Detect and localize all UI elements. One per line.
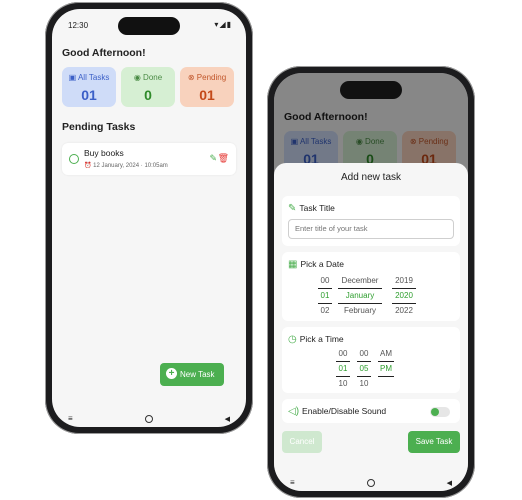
time-panel: ◷ Pick a Time 00 01 10 00 05 10 AM PM — [282, 327, 460, 393]
card-label: All Tasks — [77, 73, 110, 82]
back-icon[interactable]: ◀ — [225, 415, 230, 423]
wheel-item-selected: January — [338, 288, 382, 304]
wheel-item: 2022 — [395, 306, 413, 315]
month-wheel[interactable]: December January February — [338, 274, 382, 318]
minute-wheel[interactable]: 00 05 10 — [357, 347, 371, 391]
task-date: 12 January, 2024 — [93, 163, 140, 169]
home-icon[interactable] — [367, 479, 375, 487]
date-panel: ▦ Pick a Date 00 01 02 December January F… — [282, 252, 460, 321]
sound-label-row: ◁) Enable/Disable Sound — [288, 406, 386, 417]
task-title-label: Task Title — [299, 203, 335, 213]
add-task-sheet: Add new task ✎Task Title ▦Pick a Date 00… — [274, 163, 468, 491]
time-label: Pick a Time — [299, 334, 344, 344]
cancel-button[interactable]: Cancel — [282, 431, 322, 453]
task-title-panel: ✎ Task Title — [282, 196, 460, 246]
clock-icon: ◷ — [288, 334, 297, 345]
date-label: Pick a Date — [300, 259, 344, 269]
screen-right: Good Afternoon! ▣ All Tasks 01 ◉ Done 0 … — [274, 73, 468, 491]
time-label-row: ◷ Pick a Time — [288, 334, 344, 345]
wheel-item: 2019 — [395, 276, 413, 285]
card-label: Pending — [196, 73, 227, 82]
card-all-tasks[interactable]: ▣ All Tasks 01 — [62, 67, 116, 107]
task-title-input[interactable] — [288, 219, 454, 239]
edit-icon[interactable]: ✎ — [209, 153, 217, 164]
menu-icon[interactable]: ≡ — [290, 478, 295, 487]
screen-left: 12:30 ▾◢▮ Good Afternoon! ▣ All Tasks 01… — [52, 9, 246, 427]
toggle-knob — [431, 408, 439, 416]
task-title-label-row: ✎ Task Title — [288, 203, 335, 214]
sheet-title: Add new task — [340, 172, 402, 183]
wheel-item-selected: PM — [378, 361, 394, 377]
wheel-item-selected: 2020 — [392, 288, 416, 304]
list-icon: ▣ — [68, 73, 77, 82]
wheel-item: 02 — [320, 306, 330, 315]
new-task-label: New Task — [180, 370, 215, 379]
phone-right: Good Afternoon! ▣ All Tasks 01 ◉ Done 0 … — [267, 66, 475, 498]
card-count: 01 — [81, 87, 97, 103]
year-wheel[interactable]: 2019 2020 2022 — [392, 274, 416, 318]
new-task-button[interactable]: + New Task — [160, 363, 224, 386]
plus-icon: + — [166, 368, 177, 379]
wheel-item: December — [341, 276, 379, 285]
card-label: Done — [143, 73, 163, 82]
wheel-item-selected: 01 — [318, 288, 332, 304]
card-done[interactable]: ◉ Done 0 — [121, 67, 175, 107]
task-item[interactable]: Buy books ⏰ 12 January, 2024 · 10:05am ✎… — [62, 143, 236, 175]
wheel-item: February — [343, 306, 376, 315]
wheel-item-selected: 01 — [336, 361, 350, 377]
dynamic-island — [340, 81, 402, 99]
phone-left: 12:30 ▾◢▮ Good Afternoon! ▣ All Tasks 01… — [45, 2, 253, 434]
home-icon[interactable] — [145, 415, 153, 423]
wheel-item: 00 — [359, 349, 369, 358]
nav-bar: ≡ ◀ — [52, 411, 246, 427]
sound-toggle[interactable] — [430, 407, 450, 417]
delete-icon[interactable]: 🗑 — [218, 153, 229, 164]
task-meta: ⏰ 12 January, 2024 · 10:05am — [84, 162, 168, 169]
check-circle-icon: ◉ — [133, 73, 141, 82]
nav-bar: ≡ ◀ — [274, 475, 468, 491]
speaker-icon: ◁) — [288, 406, 300, 417]
wheel-item: 00 — [338, 349, 348, 358]
card-pending[interactable]: ⊗ Pending 01 — [180, 67, 234, 107]
sound-label: Enable/Disable Sound — [302, 406, 387, 416]
clock-icon: ⊗ — [187, 73, 195, 82]
greeting: Good Afternoon! — [62, 47, 146, 59]
edit-note-icon: ✎ — [288, 203, 297, 214]
wheel-item: 00 — [320, 276, 330, 285]
card-count: 01 — [199, 87, 215, 103]
hour-wheel[interactable]: 00 01 10 — [336, 347, 350, 391]
checkbox-circle[interactable] — [69, 154, 79, 164]
wheel-item: AM — [380, 349, 392, 358]
task-time: 10:05am — [144, 163, 168, 169]
date-label-row: ▦ Pick a Date — [288, 259, 344, 270]
alarm-icon: ⏰ — [84, 163, 92, 169]
sound-panel: ◁) Enable/Disable Sound — [282, 399, 460, 423]
wheel-item: 10 — [338, 379, 348, 388]
task-title: Buy books — [84, 148, 124, 158]
save-task-button[interactable]: Save Task — [408, 431, 460, 453]
back-icon[interactable]: ◀ — [447, 479, 452, 487]
wheel-item — [378, 377, 394, 391]
day-wheel[interactable]: 00 01 02 — [318, 274, 332, 318]
ampm-wheel[interactable]: AM PM — [378, 347, 394, 391]
dynamic-island — [118, 17, 180, 35]
status-time: 12:30 — [68, 21, 89, 30]
section-title: Pending Tasks — [62, 121, 136, 133]
card-count: 0 — [144, 87, 152, 103]
wheel-item: 10 — [359, 379, 369, 388]
wheel-item-selected: 05 — [357, 361, 371, 377]
menu-icon[interactable]: ≡ — [68, 414, 73, 423]
status-icons: ▾◢▮ — [214, 20, 232, 29]
calendar-icon: ▦ — [288, 259, 298, 270]
